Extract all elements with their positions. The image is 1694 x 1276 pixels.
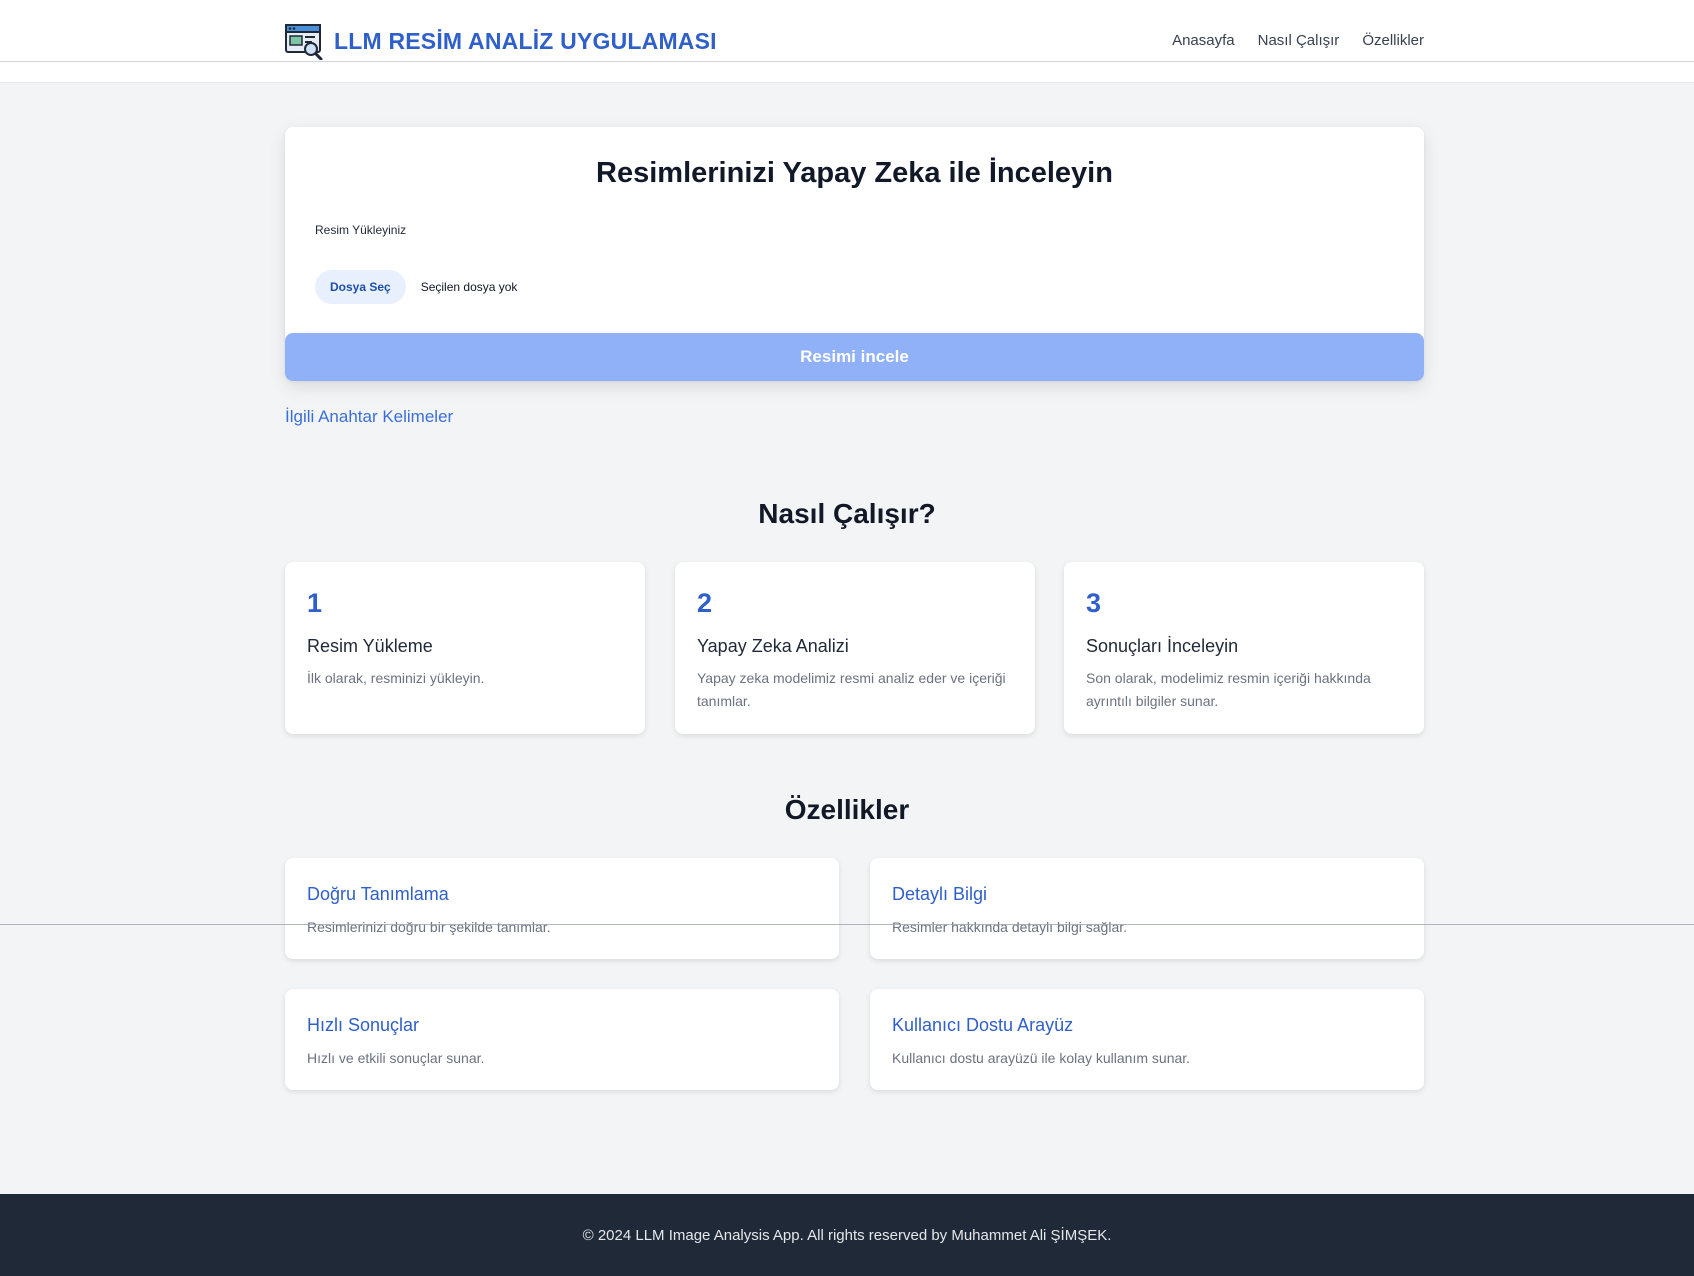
step-title: Resim Yükleme	[307, 636, 433, 656]
footer-copyright: © 2024 LLM Image Analysis App. All right…	[582, 1227, 1112, 1244]
how-it-works-title: Nasıl Çalışır?	[758, 498, 936, 529]
brand-title: LLM RESİM ANALİZ UYGULAMASI	[334, 27, 717, 54]
feature-description: Resimler hakkında detaylı bilgi sağlar.	[892, 919, 1128, 935]
related-keywords-link[interactable]: İlgili Anahtar Kelimeler	[285, 407, 453, 427]
upload-label: Resim Yükleyiniz	[315, 223, 407, 237]
feature-card: Kullanıcı Dostu Arayüz Kullanıcı dostu a…	[870, 989, 1424, 1090]
main-nav: Anasayfa Nasıl Çalışır Özellikler	[1172, 32, 1424, 49]
step-description: Son olarak, modelimiz resmin içeriği hak…	[1086, 670, 1371, 709]
feature-title: Doğru Tanımlama	[307, 884, 449, 904]
top-navbar: LLM RESİM ANALİZ UYGULAMASI Anasayfa Nas…	[0, 0, 1694, 62]
feature-description: Kullanıcı dostu arayüzü ile kolay kullan…	[892, 1050, 1191, 1066]
feature-title: Detaylı Bilgi	[892, 884, 988, 904]
step-description: Yapay zeka modelimiz resmi analiz eder v…	[697, 670, 1006, 709]
feature-card: Doğru Tanımlama Resimlerinizi doğru bir …	[285, 858, 839, 959]
feature-description: Resimlerinizi doğru bir şekilde tanımlar…	[307, 919, 551, 935]
nav-link-home[interactable]: Anasayfa	[1172, 32, 1235, 49]
nav-link-how-it-works[interactable]: Nasıl Çalışır	[1258, 32, 1340, 49]
file-status: Seçilen dosya yok	[420, 280, 518, 294]
step-number: 3	[1086, 588, 1102, 618]
brand[interactable]: LLM RESİM ANALİZ UYGULAMASI	[285, 22, 717, 60]
nav-link-features[interactable]: Özellikler	[1362, 32, 1424, 49]
step-card: 1 Resim Yükleme İlk olarak, resminizi yü…	[285, 562, 645, 734]
step-title: Sonuçları İnceleyin	[1086, 636, 1239, 656]
upload-title: Resimlerinizi Yapay Zeka ile İnceleyin	[596, 157, 1113, 189]
footer: © 2024 LLM Image Analysis App. All right…	[0, 1194, 1694, 1276]
file-input[interactable]: Dosya Seç Seçilen dosya yok	[315, 270, 517, 304]
step-title: Yapay Zeka Analizi	[697, 636, 849, 656]
analyze-image-button[interactable]: Resimi incele	[285, 333, 1424, 381]
feature-card: Hızlı Sonuçlar Hızlı ve etkili sonuçlar …	[285, 989, 839, 1090]
feature-card: Detaylı Bilgi Resimler hakkında detaylı …	[870, 858, 1424, 959]
step-card: 2 Yapay Zeka Analizi Yapay zeka modelimi…	[675, 562, 1035, 734]
step-number: 2	[697, 588, 713, 618]
step-number: 1	[307, 588, 323, 618]
upload-card: Resimlerinizi Yapay Zeka ile İnceleyin R…	[285, 127, 1424, 381]
features-title: Özellikler	[784, 794, 910, 825]
feature-description: Hızlı ve etkili sonuçlar sunar.	[307, 1050, 485, 1066]
step-description: İlk olarak, resminizi yükleyin.	[307, 670, 485, 686]
step-card: 3 Sonuçları İnceleyin Son olarak, modeli…	[1064, 562, 1424, 734]
feature-title: Hızlı Sonuçlar	[307, 1015, 420, 1035]
header-spacer	[0, 62, 1694, 83]
choose-file-button[interactable]: Dosya Seç	[315, 270, 406, 304]
divider-line	[0, 924, 1694, 925]
image-search-icon	[285, 24, 323, 60]
feature-title: Kullanıcı Dostu Arayüz	[892, 1015, 1074, 1035]
